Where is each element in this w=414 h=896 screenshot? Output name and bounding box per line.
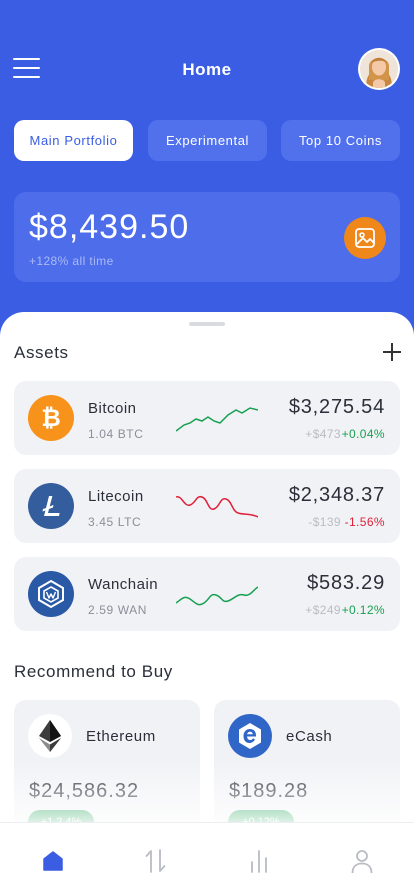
sparkline-chart	[176, 586, 258, 606]
content-sheet: Assets ₿ Bitcoin 1.04 BTC $3,275.54 +$47…	[0, 312, 414, 896]
image-button[interactable]	[344, 217, 386, 259]
profile-icon[interactable]	[348, 847, 376, 875]
litecoin-icon	[28, 483, 74, 529]
tab-experimental[interactable]: Experimental	[148, 120, 267, 161]
asset-name: Wanchain	[88, 576, 159, 593]
sparkline-chart	[176, 407, 258, 432]
asset-amount: 3.45 LTC	[88, 515, 142, 529]
asset-name: Bitcoin	[88, 400, 137, 417]
asset-card-bitcoin[interactable]: ₿ Bitcoin 1.04 BTC $3,275.54 +$473 +0.04…	[14, 381, 400, 455]
ethereum-icon	[28, 714, 72, 758]
asset-price: $2,348.37	[288, 484, 385, 506]
asset-percent: -1.56%	[344, 515, 385, 529]
asset-price: $3,275.54	[288, 396, 385, 418]
bottom-tab-bar	[0, 822, 414, 896]
asset-price: $583.29	[307, 572, 385, 594]
recommend-name: eCash	[286, 728, 333, 745]
page-title: Home	[182, 60, 232, 79]
asset-amount: 1.04 BTC	[88, 427, 144, 441]
balance-value: $8,439.50	[29, 208, 190, 246]
recommend-title: Recommend to Buy	[14, 662, 173, 681]
add-asset-button[interactable]	[382, 342, 402, 362]
asset-name: Litecoin	[88, 488, 144, 505]
sparkline-chart	[176, 495, 258, 518]
asset-delta: -$139	[308, 515, 341, 529]
asset-amount: 2.59 WAN	[88, 603, 148, 617]
drag-handle[interactable]	[189, 322, 225, 326]
recommend-card-ecash[interactable]: eCash $189.28 +0.12%	[214, 700, 400, 840]
asset-percent: +0.12%	[341, 603, 385, 617]
asset-card-wanchain[interactable]: Wanchain 2.59 WAN $583.29 +$249 +0.12%	[14, 557, 400, 631]
swap-icon[interactable]	[142, 847, 170, 875]
avatar[interactable]	[358, 48, 400, 90]
tab-top-10-coins[interactable]: Top 10 Coins	[281, 120, 400, 161]
recommend-price: $24,586.32	[29, 780, 140, 802]
assets-title: Assets	[14, 343, 69, 362]
balance-change: +128% all time	[29, 254, 114, 268]
tab-main-portfolio[interactable]: Main Portfolio	[14, 120, 133, 161]
home-icon[interactable]	[39, 847, 67, 875]
wanchain-icon	[28, 571, 74, 617]
bitcoin-icon: ₿	[28, 395, 74, 441]
image-icon	[355, 228, 375, 248]
asset-card-litecoin[interactable]: Litecoin 3.45 LTC $2,348.37 -$139 -1.56%	[14, 469, 400, 543]
recommend-price: $189.28	[229, 780, 309, 802]
asset-delta: +$473	[305, 427, 341, 441]
recommend-card-ethereum[interactable]: Ethereum $24,586.32 +1.2.4%	[14, 700, 200, 840]
recommend-name: Ethereum	[86, 728, 156, 745]
chart-icon[interactable]	[245, 847, 273, 875]
hero-header: Home Main Portfolio Experimental Top 10 …	[0, 0, 414, 340]
asset-delta: +$249	[305, 603, 341, 617]
ecash-icon	[228, 714, 272, 758]
asset-percent: +0.04%	[341, 427, 385, 441]
balance-card: $8,439.50 +128% all time	[14, 192, 400, 282]
